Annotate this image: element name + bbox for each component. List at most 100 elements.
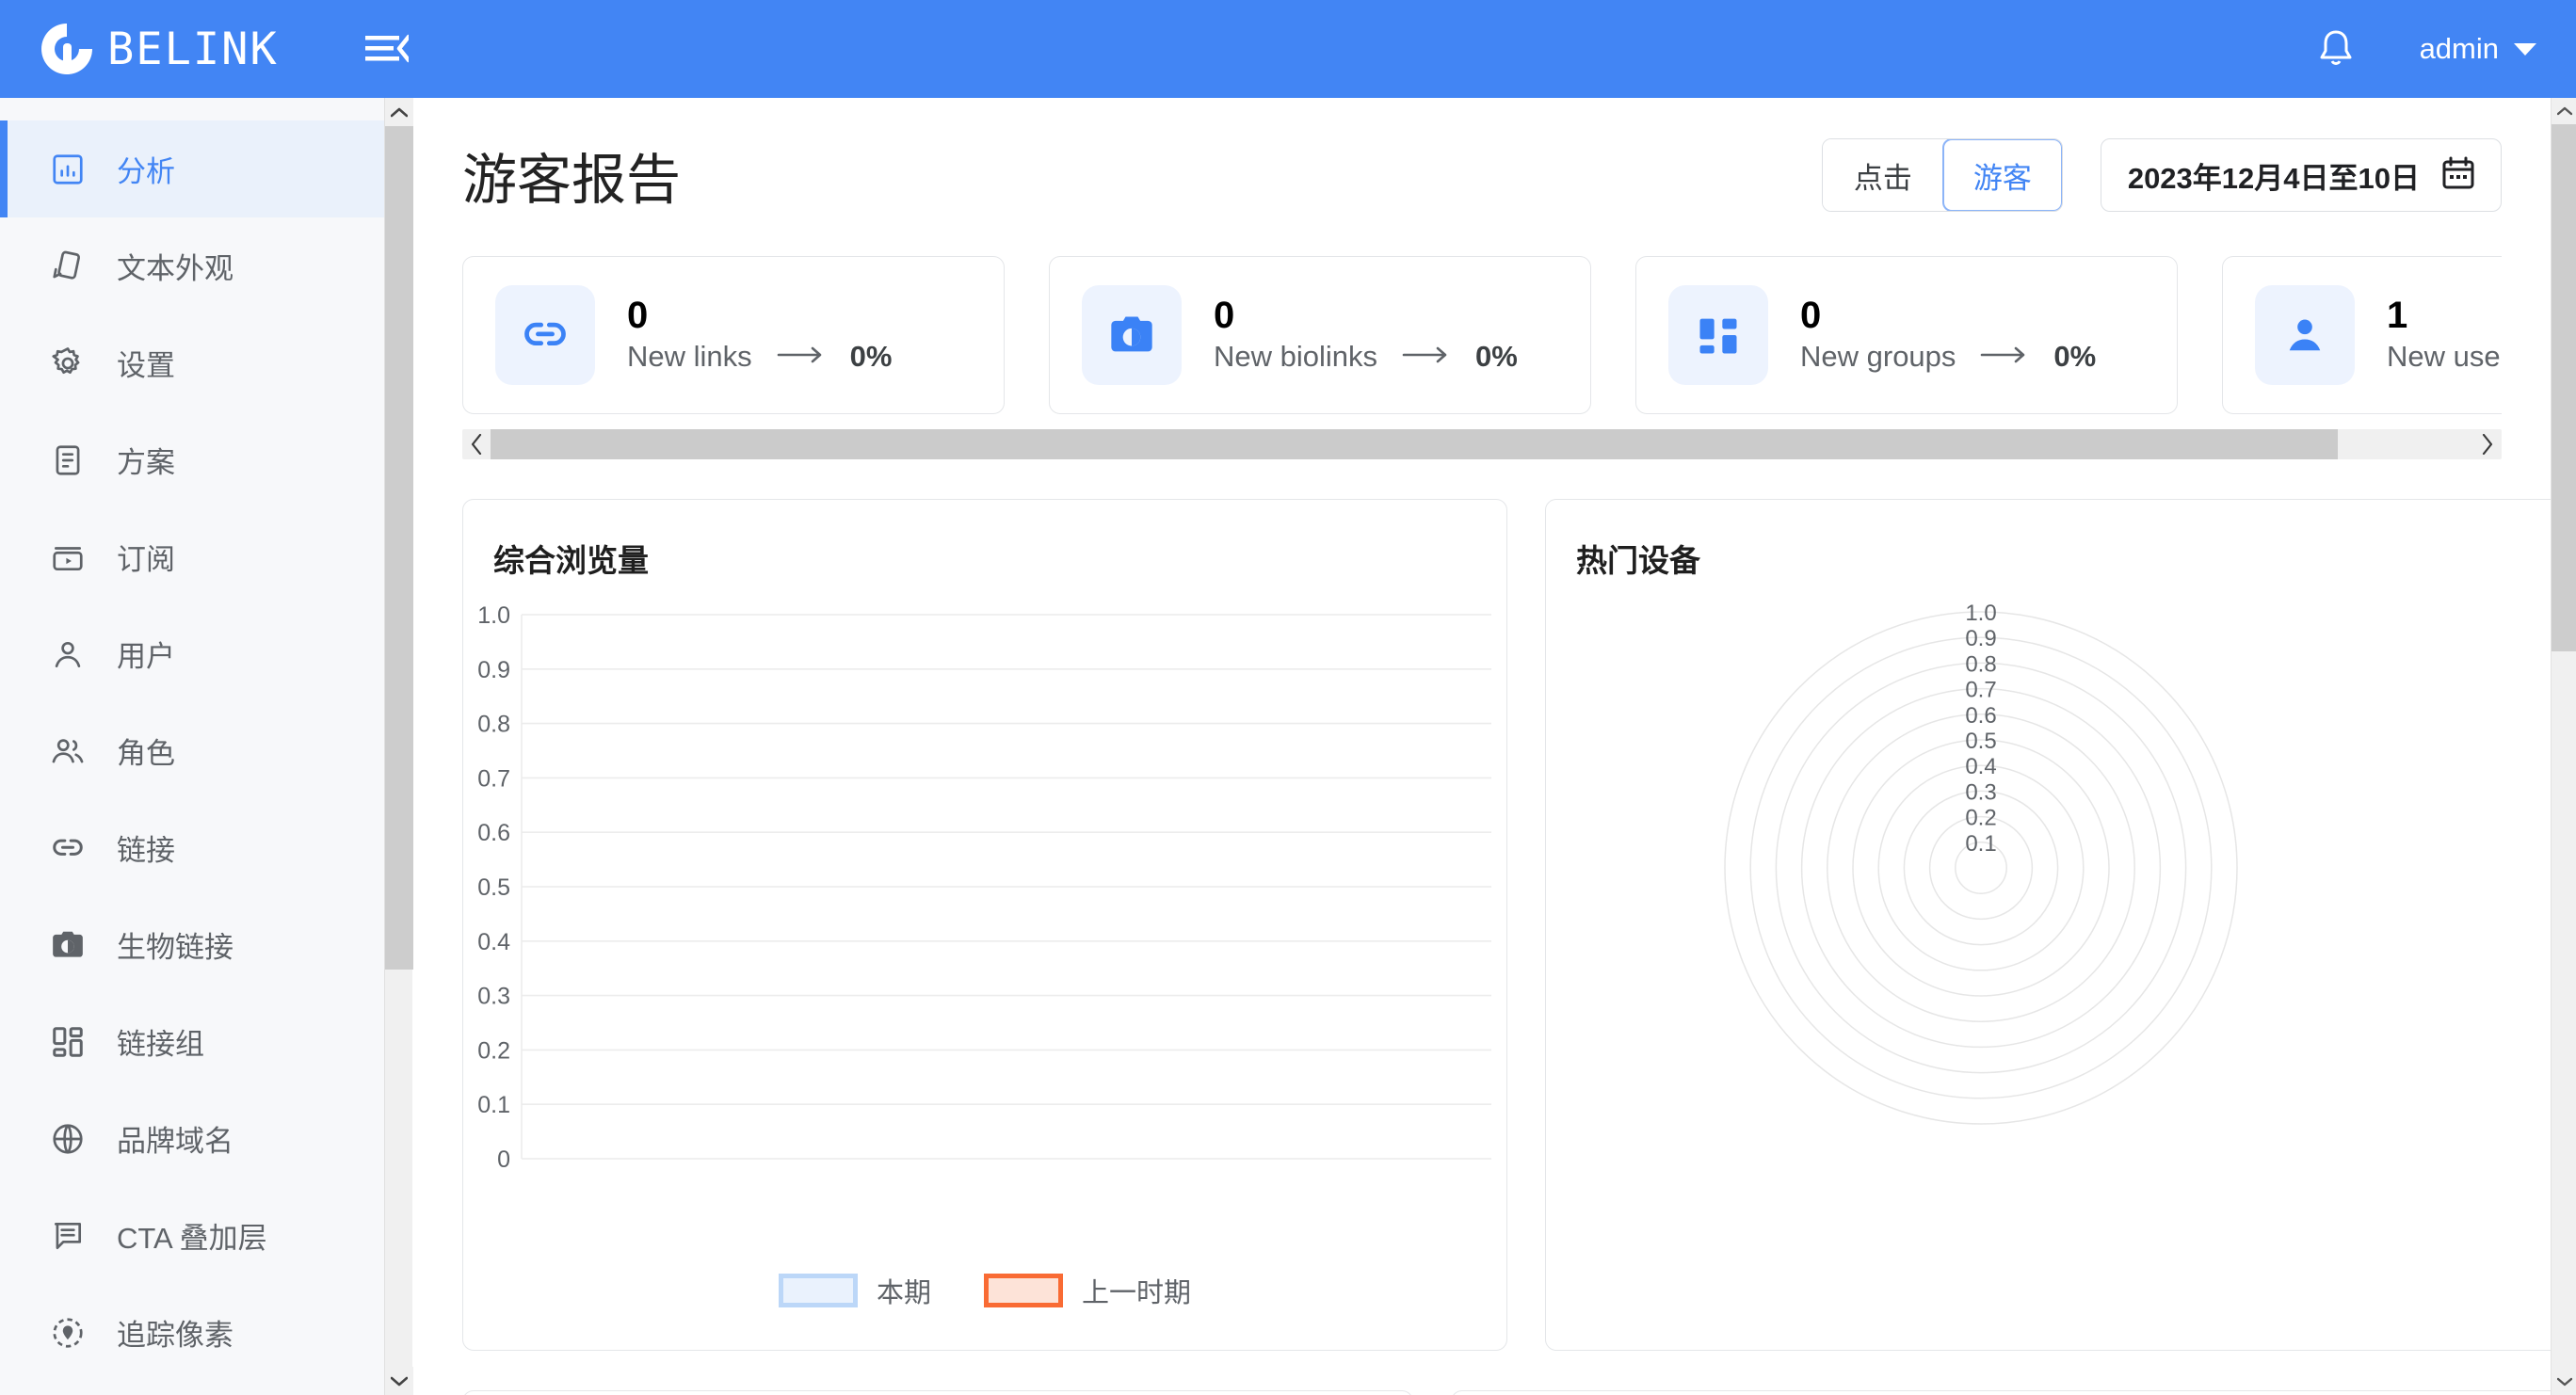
stat-card-meta: New users: [2387, 340, 2502, 374]
sidebar-item-label: 品牌域名: [117, 1125, 233, 1158]
sidebar-item-5[interactable]: 订阅: [0, 508, 392, 605]
bottom-right-panel-title: [1452, 1391, 2551, 1395]
sidebar-item-label: 订阅: [117, 543, 175, 576]
sidebar-item-label: 方案: [117, 446, 175, 479]
sidebar-item-label: 角色: [117, 737, 175, 770]
pageviews-panel: 综合浏览量 1.0 0.9 0.8 0.7 0.6 0.5 0.4 0.3 0.2 0.1 0 本期…: [462, 499, 1507, 1351]
sidebar-item-label: 追踪像素: [117, 1319, 233, 1352]
legend-label-previous: 上一时期: [1082, 1278, 1192, 1308]
sidebar-item-9[interactable]: 生物链接: [0, 896, 392, 993]
grid-groups-icon: [49, 1023, 87, 1061]
sidebar-scrollbar[interactable]: [384, 98, 413, 1395]
stat-card-percent: 0%: [849, 340, 893, 373]
arrow-right-icon: [1980, 345, 2029, 370]
stat-card-meta: New biolinks 0%: [1214, 340, 1518, 374]
user-menu[interactable]: admin: [2420, 32, 2536, 66]
page-title: 游客报告: [462, 150, 682, 211]
svg-text:0.6: 0.6: [477, 820, 510, 846]
sidebar-item-label: 链接: [117, 834, 175, 867]
sidebar-item-label: 分析: [117, 155, 175, 188]
main-scrollbar[interactable]: [2551, 98, 2576, 1395]
stat-card-label: New links: [627, 340, 752, 373]
grid-groups-icon: [1668, 285, 1768, 385]
legend-label-current: 本期: [876, 1278, 931, 1308]
sidebar-item-label: 用户: [117, 640, 175, 673]
arrow-right-icon: [777, 345, 826, 370]
tab-visitors[interactable]: 游客: [1941, 139, 2062, 211]
globe-domain-icon: [49, 1120, 87, 1158]
arrow-right-icon: [1402, 345, 1451, 370]
sidebar-item-10[interactable]: 链接组: [0, 993, 392, 1090]
svg-text:0.5: 0.5: [477, 874, 510, 901]
svg-text:0.2: 0.2: [1965, 806, 1996, 831]
page-header: 游客报告 点击 游客 2023年12月4日至10日: [413, 98, 2551, 215]
user-person-icon: [49, 635, 87, 673]
stat-card-body: 0 New groups 0%: [1800, 297, 2096, 374]
sidebar-item-list: 分析文本外观 设置方案订阅用户角色链接生物链接链接组品牌域名 CTA 叠加层 追踪像素: [0, 98, 392, 1381]
svg-text:0.6: 0.6: [1965, 703, 1996, 729]
svg-text:0.2: 0.2: [477, 1037, 510, 1064]
sidebar-item-11[interactable]: 品牌域名: [0, 1090, 392, 1187]
svg-text:0.1: 0.1: [1965, 831, 1996, 857]
sidebar-item-3[interactable]: 设置: [0, 314, 392, 411]
stat-card-value: 1: [2387, 295, 2408, 336]
roles-users-icon: [49, 732, 87, 770]
cta-overlay-icon: [49, 1217, 87, 1255]
tab-clicks[interactable]: 点击: [1822, 139, 1943, 211]
pageviews-chart-legend: 本期 上一时期: [463, 1271, 1506, 1310]
stat-cards-row: 0 New links 0% 0 New biolinks 0% 0 New groups 0%…: [462, 256, 2502, 414]
user-name: admin: [2419, 32, 2499, 65]
sidebar-item-4[interactable]: 方案: [0, 411, 392, 508]
hamburger-collapse-icon[interactable]: [362, 30, 412, 68]
chevron-left-icon[interactable]: [462, 429, 491, 459]
tracking-pixel-icon: [49, 1314, 87, 1352]
brand-logo-block[interactable]: BELINK: [36, 18, 279, 80]
main-scroll-thumb[interactable]: [2552, 124, 2576, 651]
stat-card-body: 1 New users: [2387, 297, 2502, 374]
clipboard-plan-icon: [49, 441, 87, 479]
sidebar-scroll-down-icon[interactable]: [385, 1367, 413, 1395]
date-range-value: 2023年12月4日至10日: [2127, 161, 2420, 195]
sidebar-item-label: 链接组: [117, 1028, 204, 1061]
notification-bell-icon[interactable]: [2310, 24, 2361, 74]
bottom-left-panel-title: [463, 1391, 1412, 1395]
main-scroll-up-icon[interactable]: [2552, 98, 2576, 124]
stat-cards-section: 0 New links 0% 0 New biolinks 0% 0 New groups 0%…: [413, 215, 2551, 414]
stat-cards-scrollbar[interactable]: [462, 429, 2502, 459]
sidebar-item-6[interactable]: 用户: [0, 605, 392, 702]
topbar-right-actions: admin: [2310, 24, 2536, 74]
user-person-icon: [2255, 285, 2355, 385]
sidebar-item-1[interactable]: 分析: [0, 120, 392, 217]
stat-card-meta: New groups 0%: [1800, 340, 2096, 374]
camera-biolink-icon: [1082, 285, 1182, 385]
legend-item-previous[interactable]: 上一时期: [984, 1271, 1191, 1310]
stat-card-3[interactable]: 0 New groups 0%: [1635, 256, 2178, 414]
sidebar-item-8[interactable]: 链接: [0, 799, 392, 896]
sidebar-item-12[interactable]: CTA 叠加层: [0, 1187, 392, 1284]
legend-item-current[interactable]: 本期: [778, 1271, 931, 1310]
stat-card-1[interactable]: 0 New links 0%: [462, 256, 1005, 414]
stat-cards-scroll-thumb[interactable]: [491, 429, 2338, 459]
main-scroll-down-icon[interactable]: [2552, 1369, 2576, 1395]
svg-text:0.9: 0.9: [1965, 626, 1996, 651]
sidebar-item-2[interactable]: 文本外观: [0, 217, 392, 314]
top-devices-panel: 热门设备 1.0 0.9 0.8 0.7 0.6 0.5 0.4 0.3 0.2 0.1: [1545, 499, 2551, 1351]
chevron-right-icon[interactable]: [2473, 429, 2502, 459]
stat-card-value: 0: [1214, 295, 1235, 336]
main-content: 游客报告 点击 游客 2023年12月4日至10日 0 New links 0%…: [413, 98, 2551, 1395]
sidebar-item-13[interactable]: 追踪像素: [0, 1284, 392, 1381]
sidebar-scroll-up-icon[interactable]: [385, 98, 413, 126]
stat-card-2[interactable]: 0 New biolinks 0%: [1049, 256, 1591, 414]
sidebar-scroll-thumb[interactable]: [385, 126, 413, 970]
svg-text:0.8: 0.8: [477, 712, 510, 738]
stat-card-4[interactable]: 1 New users: [2222, 256, 2502, 414]
date-range-picker[interactable]: 2023年12月4日至10日: [2100, 138, 2502, 212]
page-header-controls: 点击 游客 2023年12月4日至10日: [1821, 138, 2502, 212]
legend-swatch-current: [778, 1274, 858, 1307]
top-devices-panel-title: 热门设备: [1576, 543, 1700, 578]
sidebar-item-7[interactable]: 角色: [0, 702, 392, 799]
sidebar-item-label: CTA 叠加层: [117, 1222, 267, 1255]
camera-biolink-icon: [49, 926, 87, 964]
stat-card-meta: New links 0%: [627, 340, 892, 374]
svg-text:0.9: 0.9: [477, 657, 510, 683]
